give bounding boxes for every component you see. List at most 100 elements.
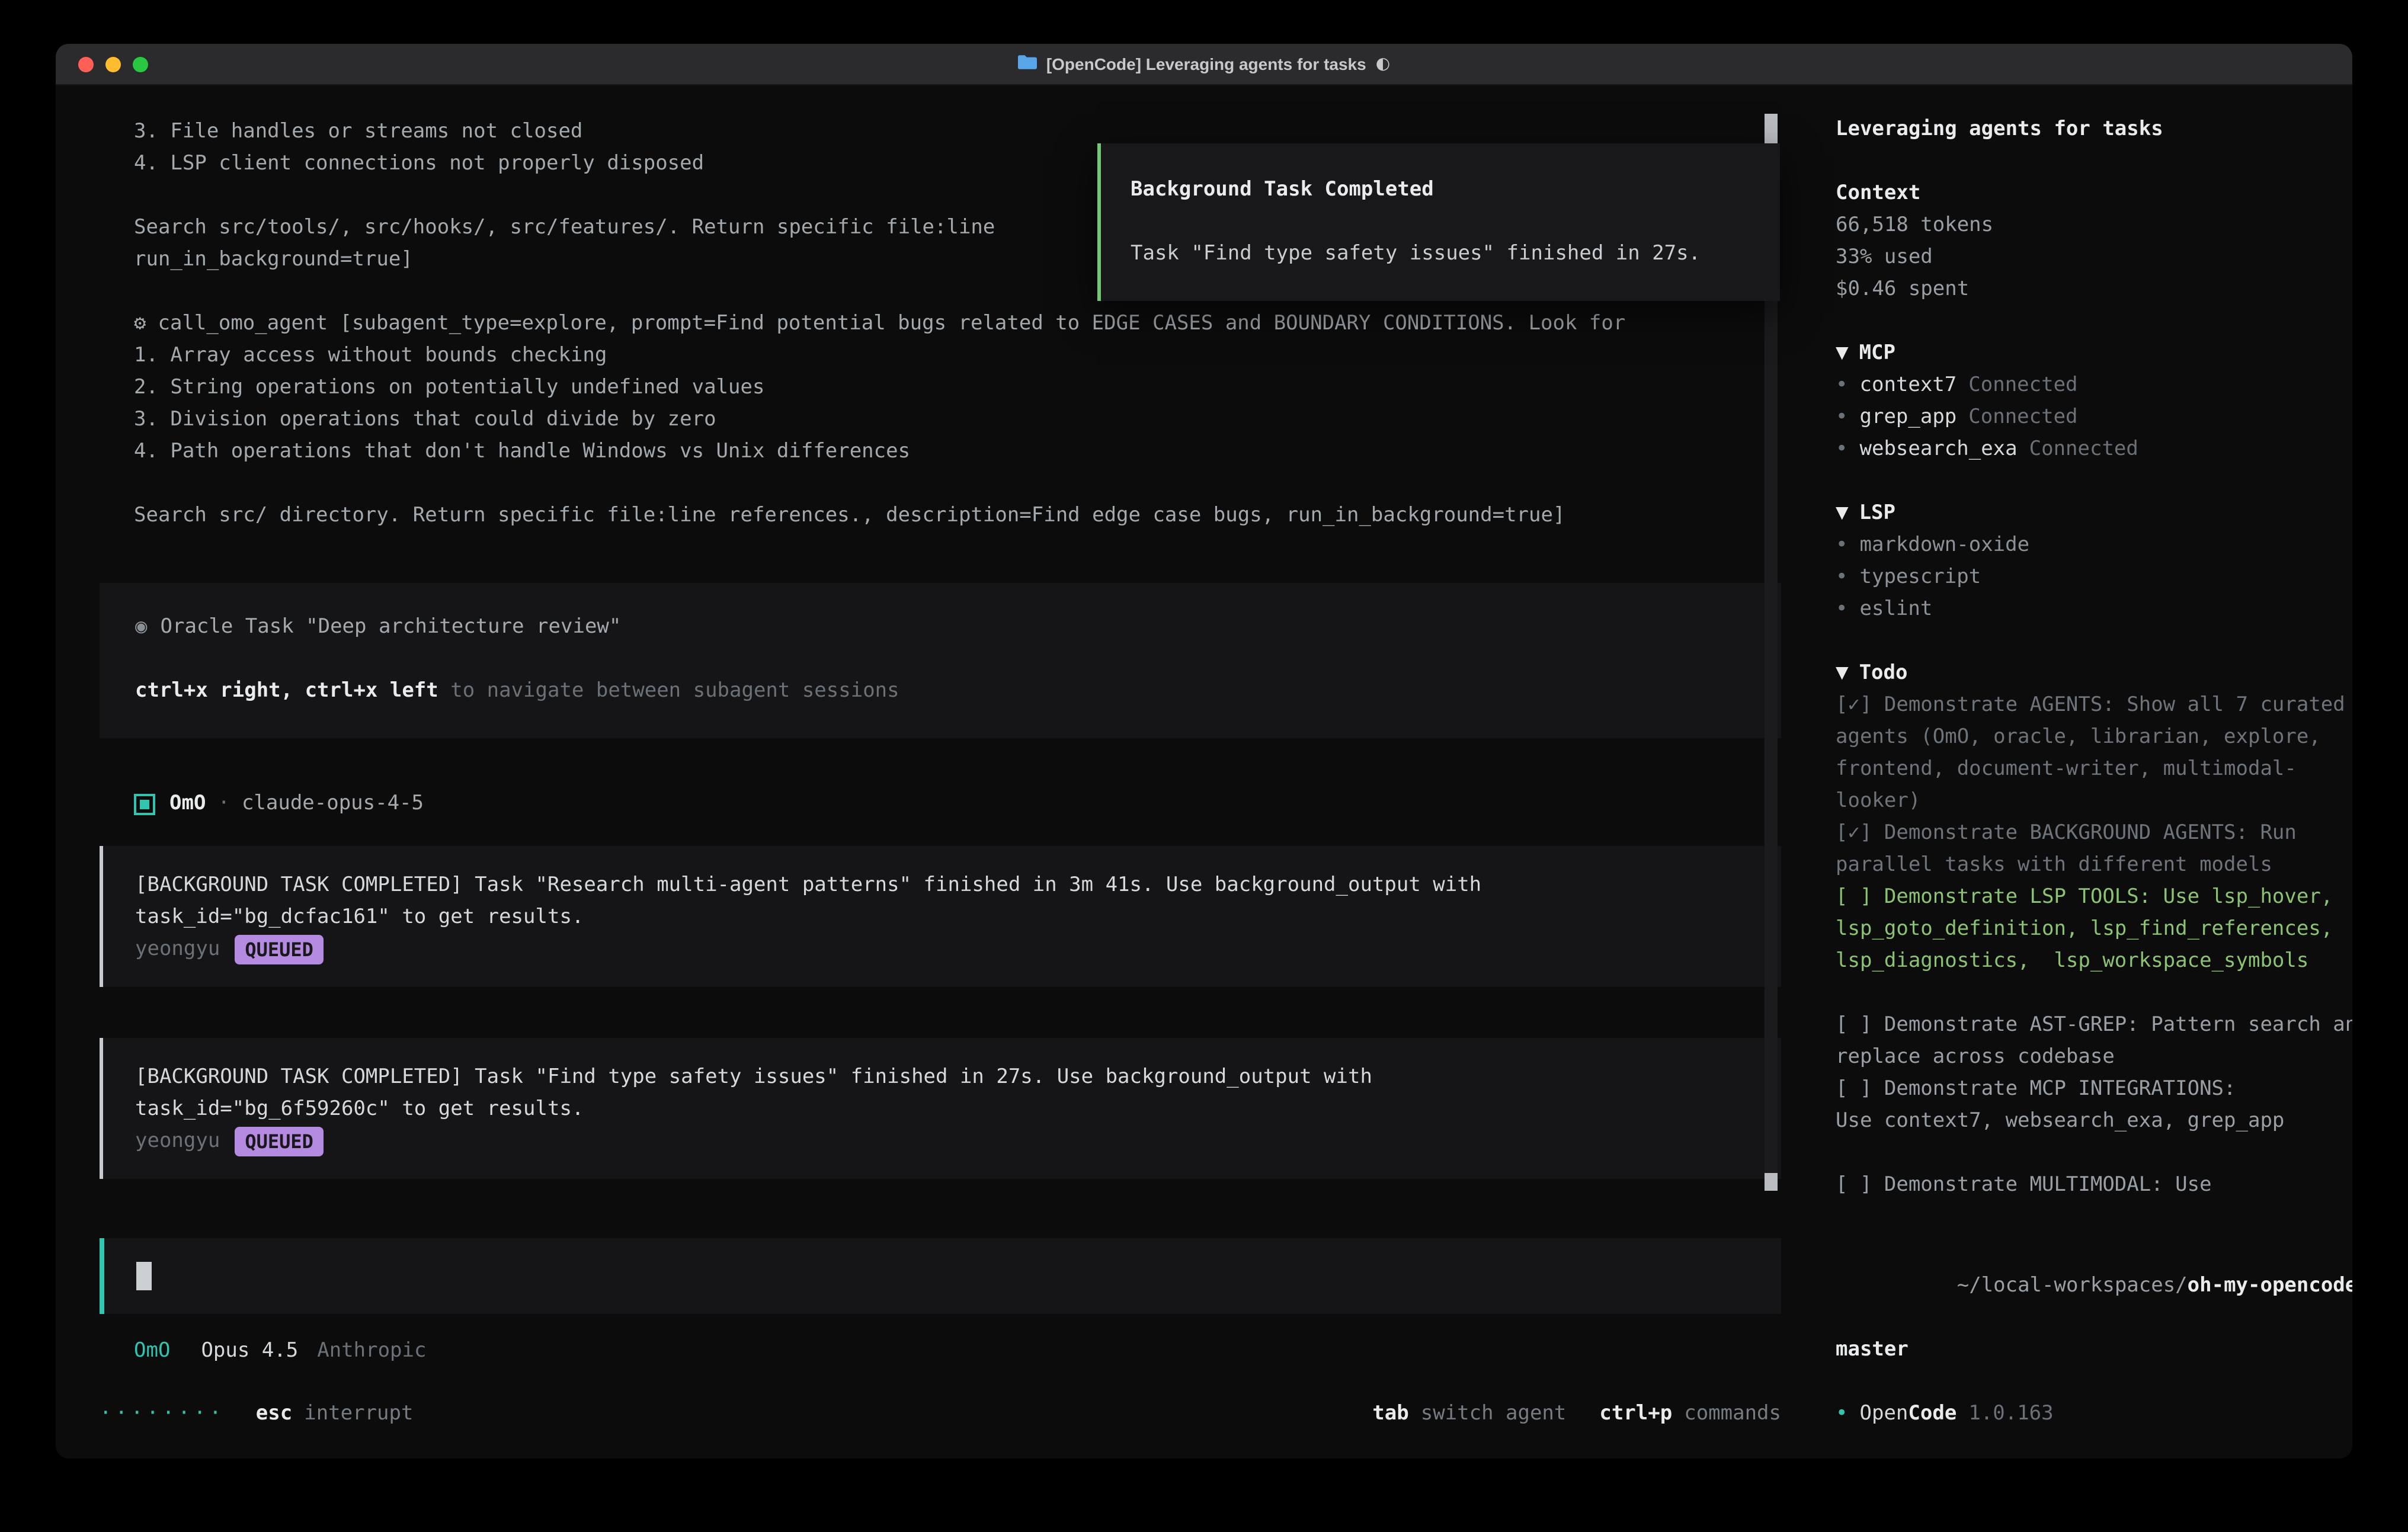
tool-call-header: ⚙ call_omo_agent [subagent_type=explore, … (134, 308, 1781, 340)
message-line: [BACKGROUND TASK COMPLETED] Task "Find t… (135, 1062, 1753, 1094)
chevron-down-icon: ▼ (1836, 338, 1849, 370)
oracle-task-panel: ◉Oracle Task "Deep architecture review" … (100, 583, 1781, 738)
mcp-heading-label: MCP (1859, 338, 1895, 370)
close-button[interactable] (78, 56, 94, 72)
mcp-item-name: grep_app (1860, 405, 1957, 429)
notification-title: Background Task Completed (1131, 174, 1756, 206)
titlebar[interactable]: [OpenCode] Leveraging agents for tasks ◐ (56, 44, 2352, 85)
agent-model: claude-opus-4-5 (242, 788, 424, 820)
progress-dots-icon: ········ (100, 1398, 225, 1430)
separator-dot: · (217, 788, 230, 820)
todo-item: [ ] Demonstrate AST-GREP: Pattern search… (1836, 1009, 2352, 1073)
context-used: 33% used (1836, 242, 2352, 274)
message-line: task_id="bg_dcfac161" to get results. (135, 902, 1753, 934)
conversation-pane: 3. File handles or streams not closed 4.… (56, 85, 1810, 1459)
prompt-input[interactable] (100, 1238, 1781, 1314)
session-title: Leveraging agents for tasks (1836, 114, 2352, 146)
context-heading: Context (1836, 178, 2352, 210)
mcp-item: •websearch_exaConnected (1836, 434, 2352, 466)
active-provider-name: Anthropic (317, 1335, 426, 1367)
record-icon: ◉ (135, 615, 148, 639)
bullet-icon: • (1836, 405, 1848, 429)
minimize-button[interactable] (105, 56, 121, 72)
shortcut-text: to navigate between subagent sessions (438, 679, 899, 703)
context-tokens: 66,518 tokens (1836, 210, 2352, 242)
queued-badge: QUEUED (234, 935, 324, 964)
mcp-item: •context7Connected (1836, 370, 2352, 402)
mcp-item-name: websearch_exa (1860, 437, 2018, 461)
spinner-icon: ◐ (1376, 55, 1390, 73)
tab-key-hint: tab (1372, 1402, 1408, 1425)
folder-icon (1018, 55, 1037, 73)
message-line: [BACKGROUND TASK COMPLETED] Task "Resear… (135, 870, 1753, 902)
context-spent: $0.46 spent (1836, 274, 2352, 306)
message-meta: yeongyu QUEUED (135, 1126, 1753, 1158)
app-version: 1.0.163 (1968, 1398, 2053, 1430)
gear-icon: ⚙ (134, 312, 146, 335)
message-line: task_id="bg_6f59260c" to get results. (135, 1094, 1753, 1126)
message-author: yeongyu (135, 1126, 220, 1158)
todo-item: [ ] Demonstrate MCP INTEGRATIONS: Use co… (1836, 1073, 2352, 1137)
zoom-button[interactable] (133, 56, 148, 72)
lsp-heading-label: LSP (1859, 498, 1895, 530)
desktop: [OpenCode] Leveraging agents for tasks ◐… (0, 0, 2408, 1532)
chevron-down-icon: ▼ (1836, 498, 1849, 530)
main-scrollbar-thumb[interactable] (1765, 1173, 1778, 1191)
todo-item: [ ] Demonstrate LSP TOOLS: Use lsp_hover… (1836, 882, 2352, 977)
todo-item: [✓] Demonstrate AGENTS: Show all 7 curat… (1836, 690, 2352, 818)
mcp-item-status: Connected (1968, 373, 2077, 397)
omo-agent-icon (134, 793, 155, 815)
todo-item: [ ] Demonstrate MULTIMODAL: Use (1836, 1169, 2352, 1201)
bullet-icon: • (1836, 1398, 1848, 1430)
active-agent-name: OmO (134, 1335, 170, 1367)
oracle-task-title-line: ◉ Oracle Task "Deep architecture review" (135, 611, 1753, 643)
version-info: • OpenCode 1.0.163 (1836, 1398, 2352, 1430)
app-name: Open (1860, 1398, 1909, 1430)
message-author: yeongyu (135, 934, 220, 966)
bullet-icon: • (1836, 597, 1848, 621)
statusbar: ········ esc interrupt tab switch agent c… (100, 1398, 1781, 1430)
queued-badge: QUEUED (234, 1127, 324, 1156)
background-task-message: [BACKGROUND TASK COMPLETED] Task "Resear… (100, 846, 1781, 987)
tool-call-line: 4. Path operations that don't handle Win… (134, 436, 1781, 468)
tab-hint: tab switch agent (1372, 1398, 1566, 1430)
shortcut-keys: ctrl+x right, ctrl+x left (135, 679, 438, 703)
lsp-item: •eslint (1836, 594, 2352, 626)
tool-call-line: 1. Array access without bounds checking (134, 340, 1781, 372)
mcp-section-heading[interactable]: ▼ MCP (1836, 338, 2352, 370)
todo-section-heading[interactable]: ▼ Todo (1836, 658, 2352, 690)
bullet-icon: • (1836, 373, 1848, 397)
notification-toast: Background Task Completed Task "Find typ… (1097, 143, 1780, 301)
lsp-section-heading[interactable]: ▼ LSP (1836, 498, 2352, 530)
app-name-bold: Code (1908, 1398, 1956, 1430)
agent-header: OmO · claude-opus-4-5 (134, 788, 1781, 820)
workspace-path-name: oh-my-opencode: (2188, 1274, 2352, 1297)
tab-key-label: switch agent (1421, 1402, 1567, 1425)
agent-name: OmO (169, 788, 206, 820)
lsp-item-name: typescript (1860, 565, 1981, 589)
tool-call-line: 3. Division operations that could divide… (134, 404, 1781, 436)
window-title: [OpenCode] Leveraging agents for tasks ◐ (1018, 55, 1390, 73)
active-model-name: Opus 4.5 (201, 1335, 298, 1367)
notification-body: Task "Find type safety issues" finished … (1131, 238, 1756, 270)
commands-hint: ctrl+pcommands (1599, 1398, 1781, 1430)
bullet-icon: • (1836, 437, 1848, 461)
text-cursor (136, 1262, 152, 1290)
sidebar: Leveraging agents for tasks Context 66,5… (1810, 85, 2352, 1459)
mcp-item-status: Connected (1968, 405, 2077, 429)
tool-call-text: call_omo_agent [subagent_type=explore, p… (158, 312, 1626, 335)
commands-key-hint: ctrl+p (1599, 1402, 1672, 1425)
oracle-task-title: Oracle Task "Deep architecture review" (161, 615, 622, 639)
message-meta: yeongyu QUEUED (135, 934, 1753, 966)
bullet-icon: • (1836, 533, 1848, 557)
workspace-branch: master (1836, 1334, 2352, 1366)
esc-key-hint: esc (256, 1398, 292, 1430)
todo-heading-label: Todo (1859, 658, 1908, 690)
chevron-down-icon: ▼ (1836, 658, 1849, 690)
bullet-icon: • (1836, 565, 1848, 589)
esc-key-label: interrupt (304, 1398, 413, 1430)
todo-item: [✓] Demonstrate BACKGROUND AGENTS: Run p… (1836, 818, 2352, 882)
workspace-path-prefix: ~/local-workspaces/ (1957, 1274, 2188, 1297)
model-indicator: OmO Opus 4.5 Anthropic (134, 1335, 1781, 1367)
mcp-item: • grep_app Connected (1836, 402, 2352, 434)
